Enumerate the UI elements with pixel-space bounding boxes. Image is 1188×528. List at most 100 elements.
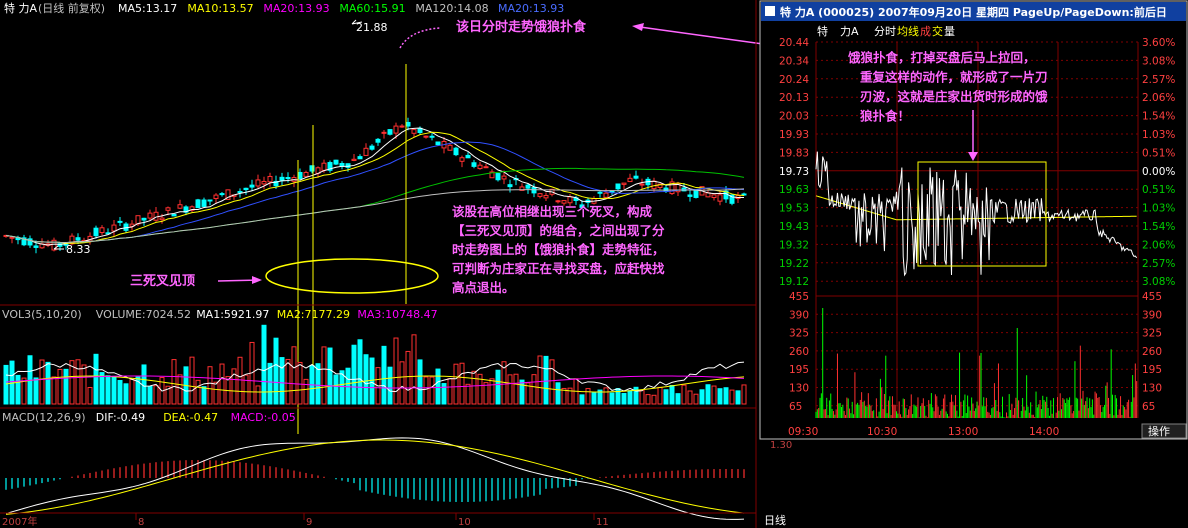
vol-axis-label: 130 xyxy=(789,383,809,395)
operate-button-label: 操作 xyxy=(1148,424,1170,438)
intraday-tab[interactable]: 分时 xyxy=(874,25,896,38)
price-label: 20.13 xyxy=(779,92,809,104)
legend-item: DIF:-0.49 xyxy=(96,411,145,424)
pct-label: 1.03% xyxy=(1142,203,1175,215)
window-icon xyxy=(765,6,775,16)
pct-label: 0.51% xyxy=(1142,147,1175,159)
pct-label: 2.57% xyxy=(1142,258,1175,270)
time-label: 14:00 xyxy=(1029,426,1059,438)
intraday-title: 特 力A (000025) 2007年09月20日 星期四 PageUp/Pag… xyxy=(780,5,1167,19)
intraday-tab[interactable]: 力A xyxy=(840,25,859,38)
legend-item: MA20:13.93 xyxy=(263,2,329,15)
legend-item: MACD:-0.05 xyxy=(231,411,296,424)
vol-axis-label: 390 xyxy=(789,309,809,321)
price-label: 19.93 xyxy=(779,129,809,141)
price-label: 19.83 xyxy=(779,147,809,159)
pct-label: 0.00% xyxy=(1142,166,1175,178)
note-arrow-head-icon xyxy=(632,23,644,31)
price-label: 19.12 xyxy=(779,276,809,288)
intraday-tab[interactable]: 量 xyxy=(944,25,955,38)
vol-axis-label-right: 455 xyxy=(1142,291,1162,303)
time-label: 13:00 xyxy=(948,426,978,438)
macd-axis-label: 1.30 xyxy=(770,440,792,451)
vol-axis-label-right: 325 xyxy=(1142,328,1162,340)
pct-label: 2.06% xyxy=(1142,92,1175,104)
analysis-line: 可判断为庄家正在寻找买盘，应赶快找 xyxy=(452,261,665,276)
date-axis-month: 8 xyxy=(138,517,144,528)
kline-panel[interactable]: 特 力A (日线 前复权) MA5:13.17 MA10:13.57 MA20:13… xyxy=(3,1,851,434)
macd-panel[interactable]: MACD(12,26,9) DIF:-0.49 DEA:-0.47 MACD:-0.0… xyxy=(2,411,792,520)
volume-panel[interactable]: VOL3(5,10,20) VOLUME:7024.52 MA1:5921.97 MA… xyxy=(2,308,747,405)
intraday-tab[interactable]: 交 xyxy=(932,24,943,38)
analysis-line: 高点退出。 xyxy=(452,280,515,295)
date-axis-month: 11 xyxy=(596,517,609,528)
legend-item: MA5:13.17 xyxy=(118,2,177,15)
three-death-label: 三死叉见顶 xyxy=(130,274,195,289)
intraday-window[interactable]: 特 力A (000025) 2007年09月20日 星期四 PageUp/Pag… xyxy=(759,0,1188,440)
macd-legend: MACD(12,26,9) DIF:-0.49 DEA:-0.47 MACD:-0.0… xyxy=(2,411,296,424)
price-label: 20.03 xyxy=(779,111,809,123)
date-axis-month: 9 xyxy=(306,517,312,528)
vol-axis-label-right: 65 xyxy=(1142,401,1155,413)
legend-item: MA20:13.93 xyxy=(498,2,564,15)
price-label: 20.34 xyxy=(779,55,809,67)
date-axis-year: 2007年 xyxy=(2,515,37,528)
legend-item: MA120:14.08 xyxy=(415,2,488,15)
vol-axis-label: 260 xyxy=(789,346,809,358)
date-axis: 2007年 8 9 10 11 xyxy=(0,512,756,528)
volume-bars xyxy=(3,324,747,405)
high-price-label: 21.88 xyxy=(356,21,388,34)
legend-item: MA2:7177.29 xyxy=(277,308,350,321)
legend-item: MA60:15.91 xyxy=(339,2,405,15)
pct-label: 1.54% xyxy=(1142,221,1175,233)
pct-label: 3.08% xyxy=(1142,276,1175,288)
volume-legend: VOL3(5,10,20) VOLUME:7024.52 MA1:5921.97 MA… xyxy=(2,308,438,321)
death-cross-ellipse xyxy=(265,258,439,294)
legend-item: MACD(12,26,9) xyxy=(2,411,86,424)
pct-label: 2.57% xyxy=(1142,74,1175,86)
price-label: 19.22 xyxy=(779,258,809,270)
macd-histogram xyxy=(5,460,745,502)
intraday-tab[interactable]: 均线 xyxy=(897,24,919,38)
ma-legend: MA5:13.17 MA10:13.57 MA20:13.93 MA60:15.91 M… xyxy=(118,2,564,15)
vol-axis-label: 65 xyxy=(789,401,802,413)
analysis-text: 该股在高位相继出现三个死叉，构成【三死叉见顶】的组合，之间出现了分时走势图上的【… xyxy=(452,204,665,295)
vol-axis-label-right: 260 xyxy=(1142,346,1162,358)
analysis-line: 【三死叉见顶】的组合，之间出现了分 xyxy=(452,223,665,238)
price-label: 19.32 xyxy=(779,239,809,251)
pct-label: 2.06% xyxy=(1142,239,1175,251)
vol-axis-label-right: 390 xyxy=(1142,309,1162,321)
price-label: 20.24 xyxy=(779,74,809,86)
low-price-label: 8.33 xyxy=(66,243,91,256)
wolf-note-line: 刃波，这就是庄家出货时形成的饿 xyxy=(860,89,1048,104)
price-label: 19.43 xyxy=(779,221,809,233)
pct-label: 3.08% xyxy=(1142,55,1175,67)
pct-label: 1.54% xyxy=(1142,111,1175,123)
intraday-tab[interactable]: 成 xyxy=(920,25,931,38)
time-label: 10:30 xyxy=(867,426,897,438)
legend-item: VOLUME:7024.52 xyxy=(96,308,191,321)
vol-axis-label: 195 xyxy=(789,364,809,376)
vol-axis-label-right: 130 xyxy=(1142,383,1162,395)
legend-item: DEA:-0.47 xyxy=(163,411,218,424)
intraday-tab[interactable]: 特 xyxy=(817,24,828,38)
intraday-note: 该日分时走势饿狼扑食 xyxy=(456,19,587,35)
pct-label: 3.60% xyxy=(1142,37,1175,49)
legend-item: MA3:10748.47 xyxy=(357,308,437,321)
legend-item: MA1:5921.97 xyxy=(196,308,269,321)
price-label: 20.44 xyxy=(779,37,809,49)
price-label: 19.73 xyxy=(779,166,809,178)
macd-lines xyxy=(5,437,745,520)
wolf-note-line: 饿狼扑食，打掉买盘后马上拉回， xyxy=(847,50,1036,65)
pct-label: 0.51% xyxy=(1142,184,1175,196)
three-death-arrow-head-icon xyxy=(252,276,262,284)
price-label: 19.63 xyxy=(779,184,809,196)
vol-axis-label: 455 xyxy=(789,291,809,303)
stock-name: 特 力A xyxy=(4,1,37,15)
analysis-line: 时走势图上的【饿狼扑食】走势特征， xyxy=(452,242,665,257)
vol-axis-label: 325 xyxy=(789,328,809,340)
pct-label: 1.03% xyxy=(1142,129,1175,141)
legend-item: MA10:13.57 xyxy=(187,2,253,15)
bottom-tab-daily[interactable]: 日线 xyxy=(764,513,786,527)
chart-mode: (日线 前复权) xyxy=(38,1,105,15)
